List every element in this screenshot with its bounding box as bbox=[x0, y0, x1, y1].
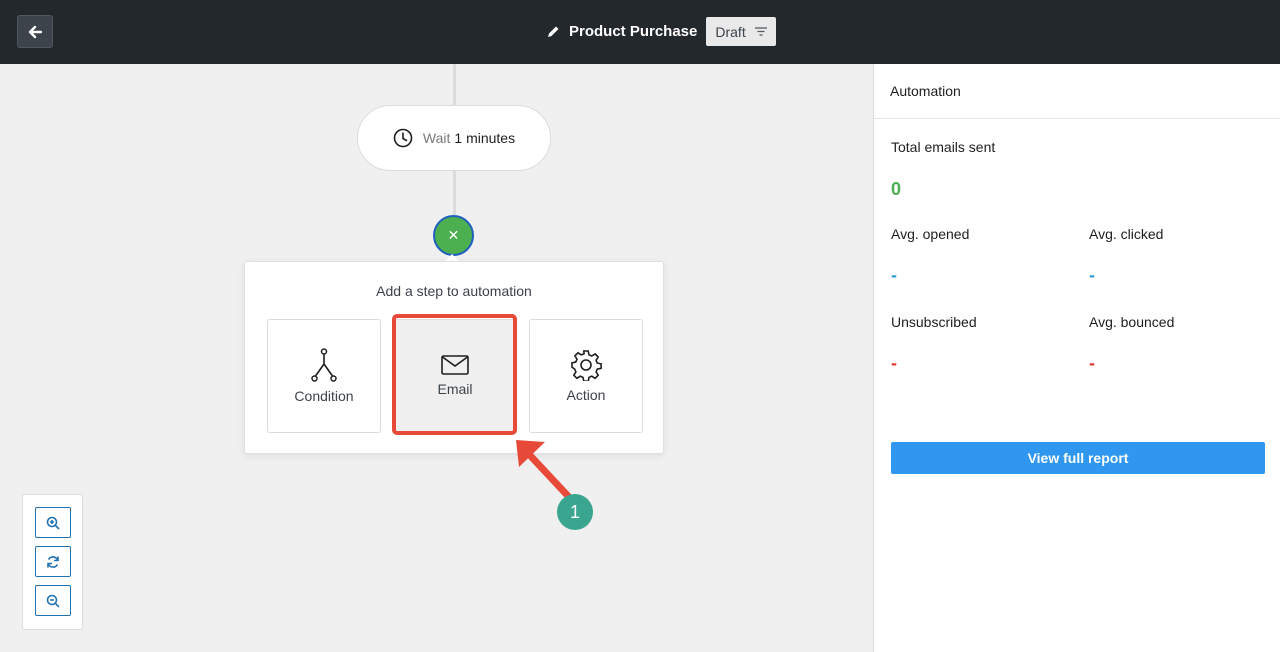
status-label: Draft bbox=[715, 23, 746, 40]
automation-title[interactable]: Product Purchase bbox=[569, 23, 697, 40]
avg-bounced-value: - bbox=[1089, 353, 1095, 373]
back-button[interactable] bbox=[17, 15, 53, 48]
connector-line-top bbox=[453, 64, 456, 105]
avg-opened-label: Avg. opened bbox=[891, 226, 970, 242]
highlight-box bbox=[392, 314, 517, 435]
zoom-out-icon bbox=[46, 594, 60, 608]
zoom-controls bbox=[22, 494, 83, 630]
annotation-badge: 1 bbox=[557, 494, 593, 530]
refresh-icon bbox=[47, 555, 59, 568]
unsubscribed-label: Unsubscribed bbox=[891, 314, 977, 330]
title-area: Product Purchase Draft bbox=[547, 17, 776, 46]
total-emails-label: Total emails sent bbox=[891, 139, 996, 155]
avg-clicked-value: - bbox=[1089, 265, 1095, 285]
reset-zoom-button[interactable] bbox=[35, 546, 71, 577]
popup-title: Add a step to automation bbox=[376, 283, 532, 299]
arrow-left-icon bbox=[28, 25, 42, 38]
avg-clicked-label: Avg. clicked bbox=[1089, 226, 1164, 242]
action-step-option[interactable]: Action bbox=[529, 319, 643, 433]
pencil-icon[interactable] bbox=[547, 25, 561, 39]
zoom-in-button[interactable] bbox=[35, 507, 71, 538]
branch-icon bbox=[311, 348, 337, 382]
gear-icon bbox=[570, 349, 602, 381]
close-icon: ✕ bbox=[447, 227, 460, 243]
close-add-step-button[interactable]: ✕ bbox=[433, 215, 474, 256]
avg-opened-value: - bbox=[891, 265, 897, 285]
workflow-canvas[interactable]: Wait 1 minutes ✕ Add a step to automatio… bbox=[0, 64, 873, 652]
connector-line-bottom bbox=[453, 171, 456, 215]
automation-stats-panel: Automation Total emails sent 0 Avg. open… bbox=[873, 64, 1280, 652]
zoom-out-button[interactable] bbox=[35, 585, 71, 616]
view-full-report-button[interactable]: View full report bbox=[891, 442, 1265, 474]
status-dropdown[interactable]: Draft bbox=[706, 17, 776, 46]
condition-step-option[interactable]: Condition bbox=[267, 319, 381, 433]
unsubscribed-value: - bbox=[891, 353, 897, 373]
clock-icon bbox=[393, 128, 413, 148]
wait-duration: 1 minutes bbox=[454, 130, 516, 146]
top-bar: Product Purchase Draft bbox=[0, 0, 1280, 64]
wait-step-node[interactable]: Wait 1 minutes bbox=[357, 105, 551, 171]
filter-icon bbox=[754, 27, 767, 36]
panel-title: Automation bbox=[874, 64, 1280, 119]
avg-bounced-label: Avg. bounced bbox=[1089, 314, 1175, 330]
condition-step-label: Condition bbox=[294, 388, 354, 404]
action-step-label: Action bbox=[566, 387, 606, 403]
zoom-in-icon bbox=[46, 516, 60, 530]
total-emails-value: 0 bbox=[891, 179, 902, 199]
wait-label: Wait bbox=[422, 130, 451, 146]
